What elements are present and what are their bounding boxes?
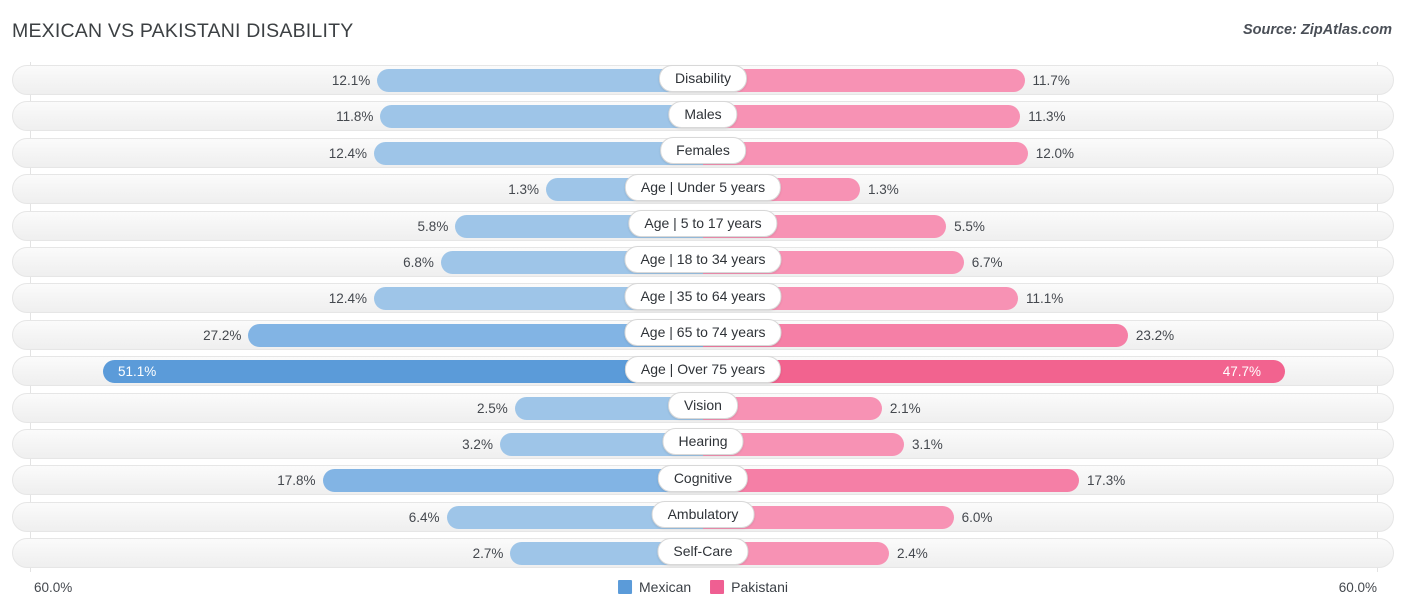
table-row: 1.3% 1.3% Age | Under 5 years <box>0 171 1406 207</box>
bar-mexican[interactable] <box>322 469 703 493</box>
value-label-mexican: 17.8% <box>277 473 316 489</box>
value-label-pakistani: 5.5% <box>954 218 985 234</box>
legend-swatch-icon <box>618 580 633 594</box>
row-category-label: Self-Care <box>657 537 749 565</box>
table-row: 3.2% 3.1% Hearing <box>0 426 1406 462</box>
row-category-label: Males <box>668 100 738 128</box>
row-category-label: Cognitive <box>657 464 749 492</box>
row-category-label: Ambulatory <box>651 501 755 529</box>
row-category-label: Hearing <box>662 428 744 456</box>
value-label-mexican: 12.4% <box>328 145 368 161</box>
table-row: 5.8% 5.5% Age | 5 to 17 years <box>0 208 1406 244</box>
chart-legend: Mexican Pakistani <box>618 579 788 595</box>
table-row: 6.8% 6.7% Age | 18 to 34 years <box>0 244 1406 280</box>
bar-pakistani[interactable] <box>703 469 1080 493</box>
value-label-pakistani: 47.7% <box>1222 364 1261 380</box>
table-row: 12.4% 11.1% Age | 35 to 64 years <box>0 280 1406 316</box>
bar-pakistani[interactable] <box>703 141 1028 165</box>
chart-header: MEXICAN VS PAKISTANI DISABILITY Source: … <box>0 0 1406 62</box>
value-label-pakistani: 6.0% <box>961 509 993 525</box>
value-label-pakistani: 23.2% <box>1135 327 1175 343</box>
row-category-label: Age | 18 to 34 years <box>624 246 782 274</box>
bar-mexican[interactable] <box>377 69 703 92</box>
table-row: 17.8% 17.3% Cognitive <box>0 462 1406 498</box>
bar-pakistani[interactable] <box>703 360 1285 384</box>
value-label-pakistani: 1.3% <box>868 182 899 198</box>
value-label-pakistani: 2.1% <box>889 400 921 416</box>
value-label-pakistani: 11.3% <box>1028 109 1066 125</box>
table-row: 2.7% 2.4% Self-Care <box>0 535 1406 571</box>
value-label-pakistani: 6.7% <box>971 254 1003 270</box>
row-category-label: Age | 35 to 64 years <box>624 282 782 310</box>
value-label-mexican: 3.2% <box>462 436 493 452</box>
axis-label-left: 60.0% <box>34 580 73 595</box>
bar-mexican[interactable] <box>380 105 703 129</box>
table-row: 27.2% 23.2% Age | 65 to 74 years <box>0 317 1406 353</box>
chart-footer: 60.0% Mexican Pakistani 60.0% <box>0 572 1406 612</box>
row-category-label: Age | 5 to 17 years <box>628 210 778 238</box>
source-attribution: Source: ZipAtlas.com <box>1242 22 1392 38</box>
value-label-pakistani: 3.1% <box>912 436 943 452</box>
value-label-pakistani: 2.4% <box>896 546 928 562</box>
axis-label-right: 60.0% <box>1338 580 1377 595</box>
chart-plot-area: 12.1% 11.7% Disability 11.8% 11.3% Males 12.4%… <box>0 62 1406 572</box>
table-row: 6.4% 6.0% Ambulatory <box>0 499 1406 535</box>
table-row: 11.8% 11.3% Males <box>0 98 1406 134</box>
value-label-mexican: 1.3% <box>508 182 539 198</box>
value-label-mexican: 11.8% <box>336 109 374 125</box>
bar-mexican[interactable] <box>103 360 703 384</box>
value-label-mexican: 51.1% <box>118 364 157 380</box>
row-category-label: Females <box>660 137 746 165</box>
value-label-pakistani: 11.1% <box>1026 291 1064 307</box>
bar-mexican[interactable] <box>374 141 703 165</box>
legend-item[interactable]: Pakistani <box>710 579 788 595</box>
bar-pakistani[interactable] <box>703 105 1021 129</box>
value-label-mexican: 6.4% <box>408 509 440 525</box>
page-title: MEXICAN VS PAKISTANI DISABILITY <box>12 20 354 42</box>
value-label-mexican: 12.1% <box>331 73 371 88</box>
table-row: 2.5% 2.1% Vision <box>0 390 1406 426</box>
row-category-label: Age | 65 to 74 years <box>624 319 782 347</box>
row-category-label: Vision <box>668 392 738 420</box>
legend-item[interactable]: Mexican <box>618 579 691 595</box>
value-label-pakistani: 12.0% <box>1035 145 1075 161</box>
row-category-label: Disability <box>658 64 748 92</box>
value-label-mexican: 6.8% <box>403 254 434 270</box>
value-label-mexican: 27.2% <box>203 327 242 343</box>
legend-label: Pakistani <box>731 579 788 595</box>
bar-rows: 12.1% 11.7% Disability 11.8% 11.3% Males 12.4%… <box>0 62 1406 571</box>
row-category-label: Age | Over 75 years <box>624 355 782 383</box>
value-label-pakistani: 11.7% <box>1032 73 1070 88</box>
value-label-mexican: 2.5% <box>477 400 508 416</box>
table-row: 12.4% 12.0% Females <box>0 135 1406 171</box>
value-label-mexican: 12.4% <box>328 291 368 307</box>
value-label-mexican: 2.7% <box>472 546 504 562</box>
row-category-label: Age | Under 5 years <box>624 173 782 201</box>
table-row: 51.1% 47.7% Age | Over 75 years <box>0 353 1406 389</box>
legend-swatch-icon <box>710 580 725 594</box>
value-label-mexican: 5.8% <box>417 218 449 234</box>
bar-pakistani[interactable] <box>703 69 1025 92</box>
table-row: 12.1% 11.7% Disability <box>0 62 1406 98</box>
legend-label: Mexican <box>639 579 692 595</box>
value-label-pakistani: 17.3% <box>1087 473 1126 489</box>
